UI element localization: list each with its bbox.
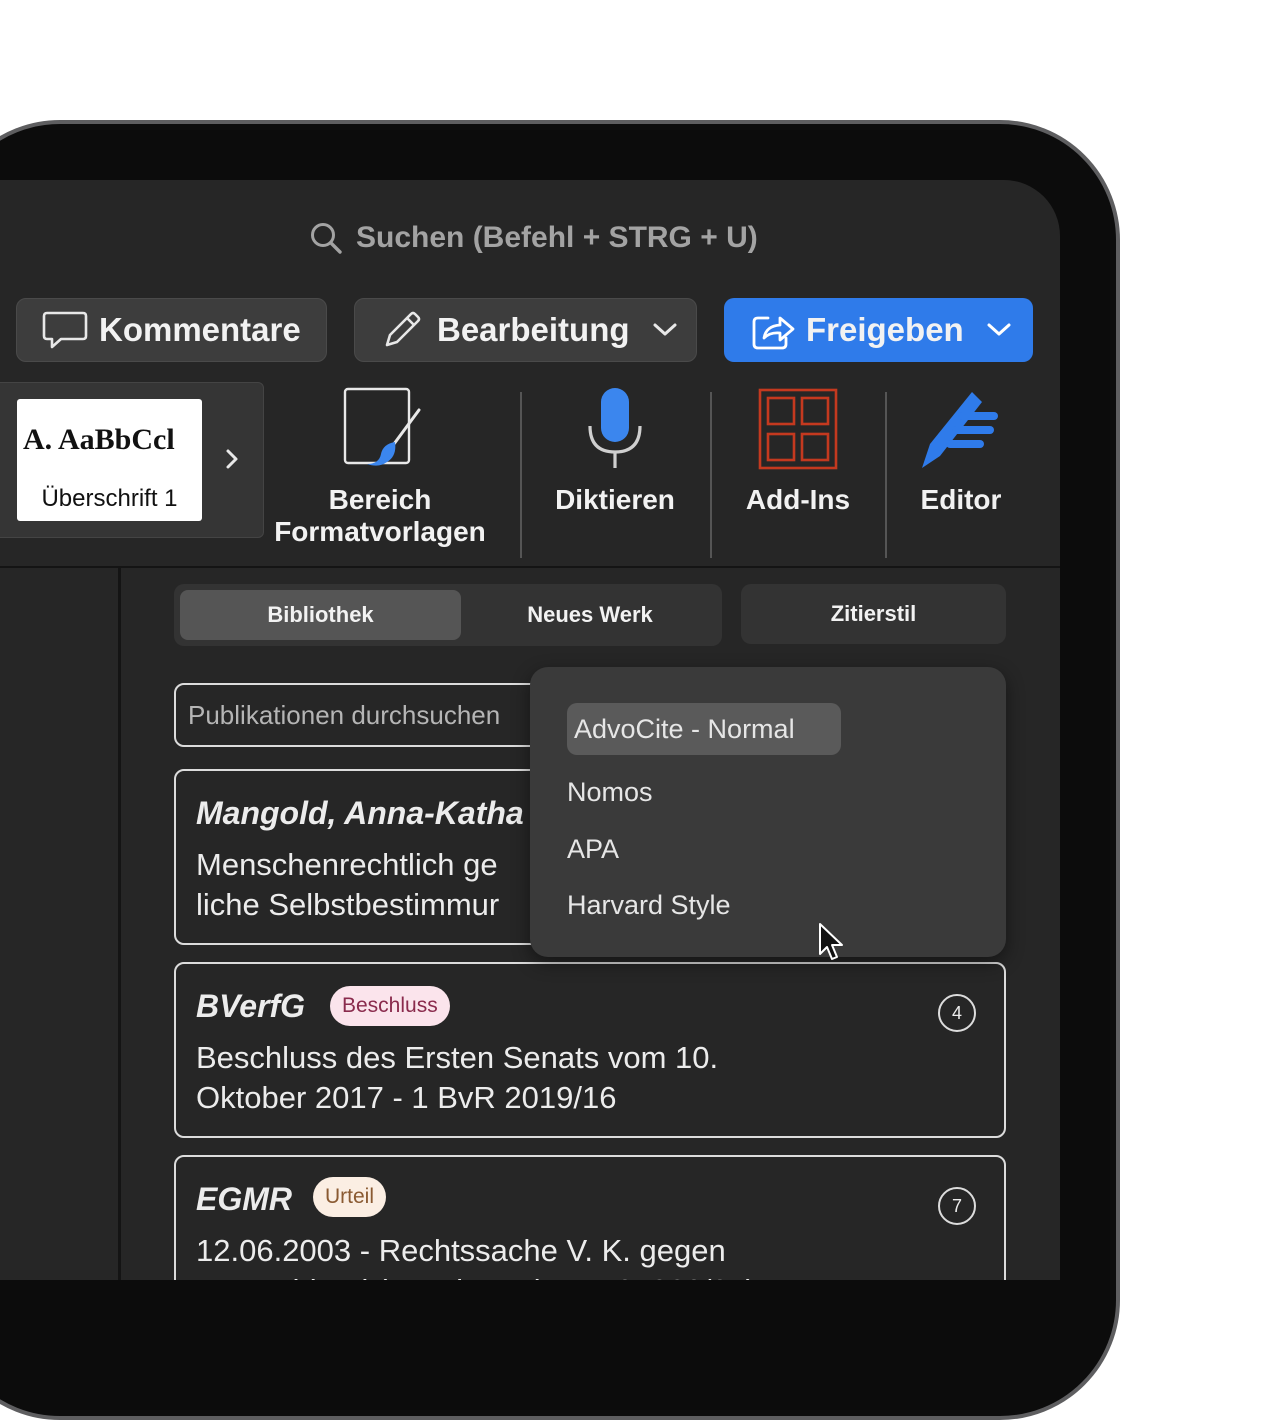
search-bar[interactable]: Suchen (Befehl + STRG + U) [308,218,758,258]
pencil-icon [385,311,421,347]
editing-label: Bearbeitung [437,311,630,348]
citation-style-menu: AdvoCite - Normal Nomos APA Harvard Styl… [530,667,1006,957]
style-sample-text: A. AaBbCcl [23,423,175,456]
result-card[interactable]: BVerfG Beschluss 4 Beschluss des Ersten … [174,962,1006,1138]
editor-pen-icon [922,392,998,468]
style-pane-label-2: Formatvorlagen [274,516,486,547]
result-text-line: liche Selbstbestimmur [196,887,500,922]
menu-item-nomos[interactable]: Nomos [567,777,653,808]
tab-new-work[interactable]: Neues Werk [464,590,716,640]
ribbon-divider [710,392,712,558]
share-icon [752,316,795,350]
share-button[interactable]: Freigeben [724,298,1033,362]
citation-count-badge: 7 [938,1187,976,1225]
add-ins-button[interactable]: Add-Ins [728,386,868,516]
citation-count-badge: 4 [938,994,976,1032]
editing-mode-button[interactable]: Bearbeitung [354,298,697,362]
chevron-down-icon[interactable] [986,322,1012,338]
comments-label: Kommentare [99,311,301,348]
result-text-line: Deutschland (Beschwerde-Nr. 35968/97) [196,1271,756,1280]
ribbon-divider [520,392,522,558]
dictate-label: Diktieren [555,484,675,515]
style-pane-icon [343,387,421,466]
decision-type-badge: Urteil [313,1177,387,1217]
result-text-line: 12.06.2003 - Rechtssache V. K. gegen [196,1233,726,1268]
style-pane-button[interactable]: Bereich Formatvorlagen [270,386,490,548]
editor-label: Editor [920,484,1002,515]
library-tab-control: Bibliothek Neues Werk [174,584,722,646]
style-pane-label-1: Bereich [328,484,432,515]
chevron-right-icon[interactable] [223,447,241,471]
search-icon [311,223,342,254]
menu-item-advocite-normal[interactable]: AdvoCite - Normal [567,703,841,755]
ribbon-bottom-border [0,566,1060,568]
result-text-line: Beschluss des Ersten Senats vom 10. [196,1040,719,1075]
tab-library[interactable]: Bibliothek [180,590,461,640]
result-text-line: Menschenrechtlich ge [196,847,498,882]
style-heading-1[interactable]: A. AaBbCcl Überschrift 1 [17,399,202,521]
style-name: Überschrift 1 [41,485,178,512]
search-label: Suchen (Befehl + STRG + U) [356,221,758,254]
result-court: EGMR [196,1181,292,1217]
result-court: BVerfG [196,988,306,1024]
microphone-icon [588,388,642,468]
editor-button[interactable]: Editor [898,386,1024,516]
mouse-cursor-icon [819,923,843,960]
dictate-button[interactable]: Diktieren [545,386,685,516]
comments-button[interactable]: Kommentare [16,298,327,362]
menu-item-harvard-style[interactable]: Harvard Style [567,890,731,921]
style-gallery: A. AaBbCcl Überschrift 1 [0,382,264,538]
menu-item-apa[interactable]: APA [567,834,619,865]
ribbon-divider [885,392,887,558]
add-ins-label: Add-Ins [745,484,851,515]
result-text-line: Oktober 2017 - 1 BvR 2019/16 [196,1080,617,1115]
add-ins-icon [758,388,838,470]
app-window: Suchen (Befehl + STRG + U) Kommentare Be… [0,180,1060,1280]
share-label: Freigeben [806,311,964,348]
panel-left-border [118,568,121,1280]
result-author: Mangold, Anna-Katha [196,795,524,831]
decision-type-badge: Beschluss [330,986,450,1026]
citation-style-button[interactable]: Zitierstil [741,584,1006,644]
chevron-down-icon [653,323,677,336]
comment-icon [42,311,88,349]
result-card[interactable]: EGMR Urteil 7 12.06.2003 - Rechtssache V… [174,1155,1006,1280]
